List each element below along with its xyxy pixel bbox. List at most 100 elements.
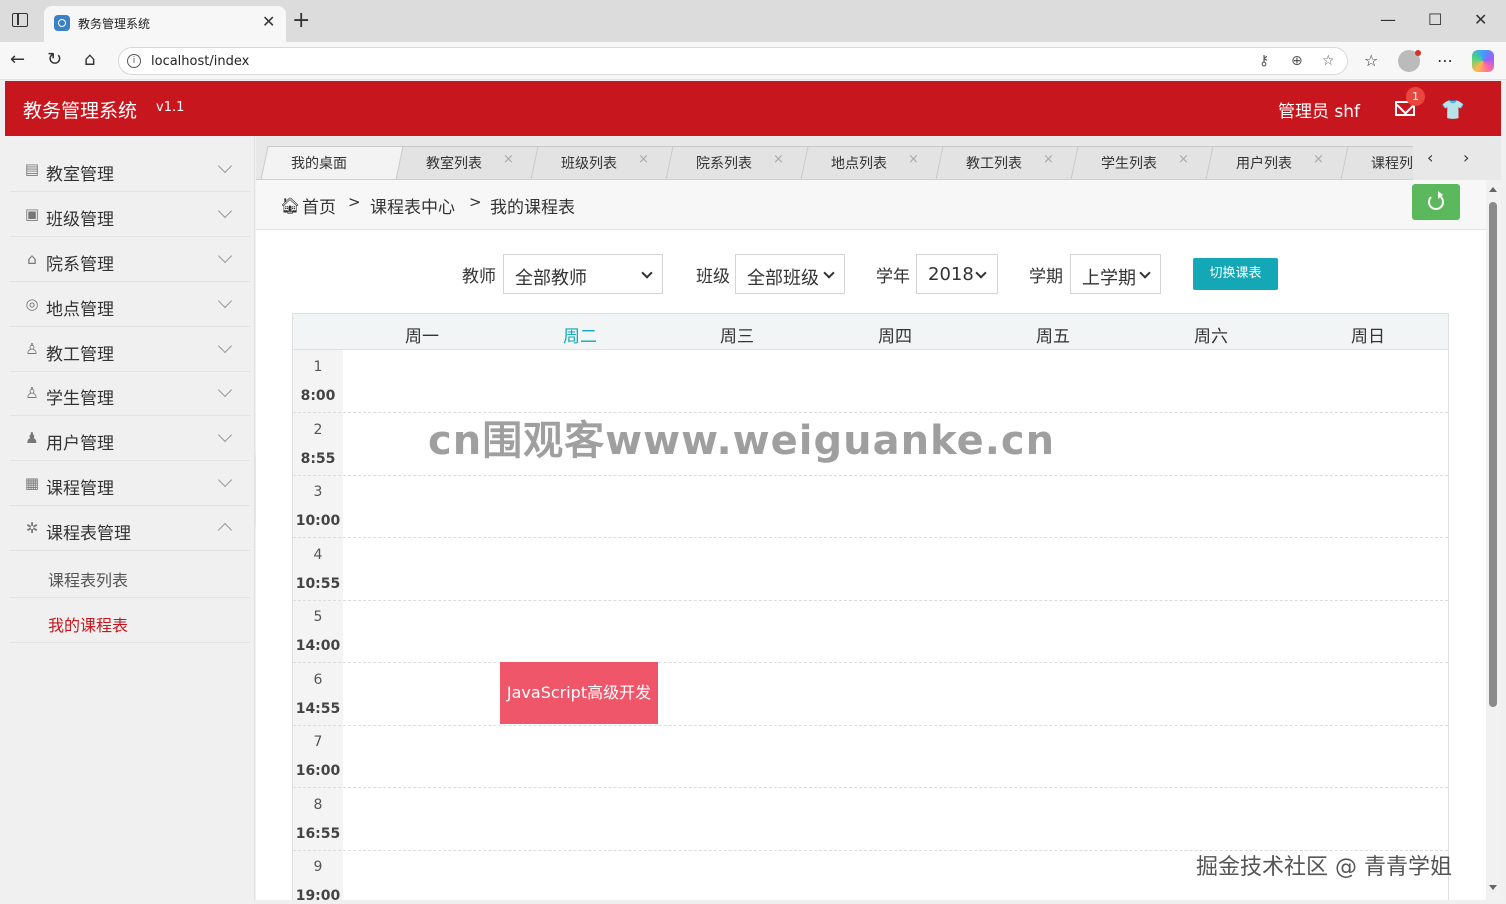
scroll-thumb[interactable] (1489, 202, 1497, 707)
browser-toolbar: ← ↻ ⌂ i localhost/index ⚷ ⊕ ☆ ☆ ⋯ (0, 42, 1506, 80)
sidebar-item-classroom[interactable]: ▤ 教室管理 (10, 148, 250, 192)
tab-label[interactable]: 用户列表 (1236, 153, 1292, 173)
chevron-down-icon (217, 203, 233, 219)
tab-label[interactable]: 教室列表 (426, 153, 482, 173)
sidebar-item-label: 班级管理 (46, 210, 114, 230)
sidebar-item-department[interactable]: ⌂ 院系管理 (10, 238, 250, 282)
url-text[interactable]: localhost/index (151, 54, 249, 69)
scroll-down-icon[interactable] (1489, 885, 1497, 890)
term-select[interactable]: 上学期 (1070, 254, 1161, 294)
class-select[interactable]: 全部班级 (735, 254, 845, 294)
tab-close-icon[interactable]: × (1178, 152, 1189, 167)
tab-label[interactable]: 院系列表 (696, 153, 752, 173)
breadcrumb-schedule-center[interactable]: 课程表中心 (370, 193, 455, 218)
period-number: 3 (313, 484, 323, 500)
student-icon: ♙ (25, 384, 39, 402)
sidebar-subitem-my-schedule[interactable]: 我的课程表 (10, 599, 250, 643)
maximize-button[interactable]: ☐ (1428, 10, 1442, 29)
minimize-button[interactable]: — (1380, 10, 1396, 29)
tab-scroll-controls: ‹ › (1413, 136, 1501, 180)
day-header-sun: 周日 (1351, 327, 1385, 347)
scroll-up-icon[interactable] (1489, 187, 1497, 192)
breadcrumb-separator: > (469, 193, 482, 211)
period-time: 10:55 (295, 576, 341, 592)
new-tab-button[interactable]: + (292, 8, 310, 33)
sidebar-item-user[interactable]: ♟ 用户管理 (10, 417, 250, 461)
app-version: v1.1 (156, 100, 185, 115)
refresh-icon (1428, 191, 1444, 210)
site-info-icon[interactable]: i (127, 54, 141, 68)
sidebar-toggle-icon[interactable] (12, 13, 28, 27)
sidebar-item-label: 教室管理 (46, 165, 114, 185)
tab-close-icon[interactable]: × (1043, 152, 1054, 167)
period-number: 1 (313, 359, 323, 375)
theme-shirt-icon[interactable]: 👕 (1441, 98, 1465, 121)
chevron-down-icon (975, 267, 987, 279)
refresh-button[interactable] (1412, 184, 1460, 220)
sidebar-item-class[interactable]: ▣ 班级管理 (10, 193, 250, 237)
home-icon[interactable]: 🏠︎ (280, 196, 300, 215)
sidebar-item-course[interactable]: ▦ 课程管理 (10, 462, 250, 506)
teacher-label: 教师 (462, 267, 496, 287)
more-menu-icon[interactable]: ⋯ (1437, 51, 1453, 70)
tab-label[interactable]: 学生列表 (1101, 153, 1157, 173)
user-icon: ♟ (25, 429, 39, 447)
tab-close-icon[interactable]: × (503, 152, 514, 167)
favicon-icon (54, 15, 70, 31)
zoom-icon[interactable]: ⊕ (1291, 53, 1303, 69)
sidebar-item-staff[interactable]: ♙ 教工管理 (10, 328, 250, 372)
breadcrumb-separator: > (348, 193, 361, 211)
sidebar-subitem-label: 我的课程表 (48, 616, 129, 635)
browser-tabstrip: 教务管理系统 ✕ + — ☐ ✕ (0, 0, 1506, 42)
favorite-star-icon[interactable]: ☆ (1322, 53, 1335, 69)
chevron-down-icon (217, 427, 233, 443)
notification-dot (1415, 50, 1421, 56)
window-close-button[interactable]: ✕ (1474, 10, 1487, 29)
tab-close-icon[interactable]: × (638, 152, 649, 167)
day-header-thu: 周四 (878, 327, 912, 347)
sidebar-item-schedule[interactable]: ✲ 课程表管理 (10, 507, 250, 551)
period-number: 2 (313, 422, 323, 438)
chevron-down-icon (217, 293, 233, 309)
tab-close-icon[interactable]: × (1313, 152, 1324, 167)
year-select[interactable]: 2018 (916, 254, 998, 294)
chevron-down-icon (217, 158, 233, 174)
address-bar[interactable]: i localhost/index ⚷ ⊕ ☆ (118, 47, 1348, 75)
period-number: 7 (313, 734, 323, 750)
period-row: 3 10:00 (293, 475, 1448, 538)
tab-label[interactable]: 教工列表 (966, 153, 1022, 173)
key-icon[interactable]: ⚷ (1259, 53, 1269, 69)
copilot-icon[interactable] (1472, 50, 1494, 72)
browser-tab[interactable]: 教务管理系统 ✕ (44, 6, 286, 42)
reload-icon[interactable]: ↻ (47, 49, 62, 70)
period-row: 6 14:55 (293, 663, 1448, 726)
tab-next-icon[interactable]: › (1463, 148, 1469, 167)
close-tab-icon[interactable]: ✕ (262, 12, 275, 31)
switch-timetable-button[interactable]: 切换课表 (1193, 258, 1278, 290)
breadcrumb-home[interactable]: 首页 (302, 193, 336, 218)
teacher-select[interactable]: 全部教师 (503, 254, 663, 294)
breadcrumb: 🏠︎ 首页 > 课程表中心 > 我的课程表 (256, 180, 1486, 230)
class-select-value: 全部班级 (747, 268, 819, 289)
sidebar-item-location[interactable]: ◎ 地点管理 (10, 283, 250, 327)
back-icon[interactable]: ← (10, 49, 25, 70)
course-block[interactable]: JavaScript高级开发 (500, 662, 658, 724)
gear-icon: ✲ (25, 519, 39, 537)
user-menu[interactable]: 管理员 shf (1278, 97, 1360, 122)
sidebar-subitem-schedule-list[interactable]: 课程表列表 (10, 554, 250, 598)
tab-label[interactable]: 地点列表 (831, 153, 887, 173)
tab-close-icon[interactable]: × (908, 152, 919, 167)
sidebar-item-student[interactable]: ♙ 学生管理 (10, 372, 250, 416)
tab-label[interactable]: 我的桌面 (291, 153, 347, 173)
home-icon[interactable]: ⌂ (84, 49, 95, 70)
period-number: 4 (313, 547, 323, 563)
tab-label[interactable]: 班级列表 (561, 153, 617, 173)
class-label: 班级 (696, 267, 730, 287)
sidebar-item-label: 院系管理 (46, 255, 114, 275)
class-icon: ▣ (24, 205, 40, 223)
tab-close-icon[interactable]: × (773, 152, 784, 167)
tab-prev-icon[interactable]: ‹ (1427, 148, 1433, 167)
favorites-icon[interactable]: ☆ (1364, 51, 1378, 70)
term-select-value: 上学期 (1082, 268, 1136, 289)
content-scrollbar[interactable] (1486, 180, 1501, 900)
